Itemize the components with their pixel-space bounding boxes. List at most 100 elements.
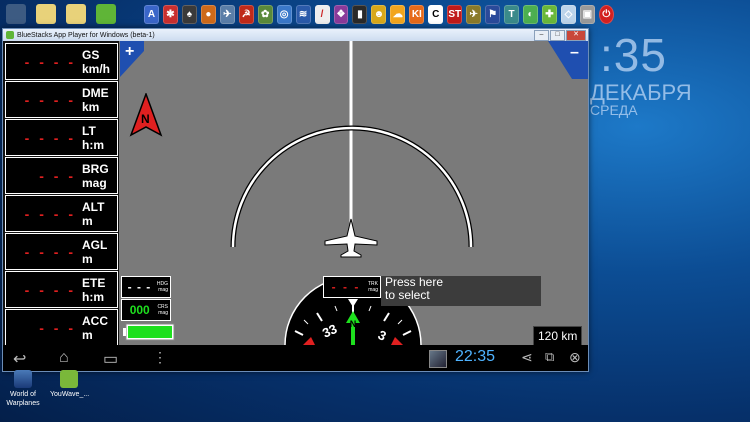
north-arrow-icon: N bbox=[129, 93, 163, 137]
desktop-bottom-icons: World of Warplanes YouWave_... bbox=[0, 368, 90, 408]
app-icon[interactable]: ● bbox=[200, 4, 216, 24]
android-icon[interactable]: ◐ bbox=[523, 4, 539, 24]
metric-unit: mag bbox=[82, 175, 107, 190]
metric-value: - - - bbox=[39, 167, 76, 184]
crs-value: 000 bbox=[129, 303, 150, 317]
app-icon[interactable]: ✈ bbox=[219, 4, 235, 24]
metric-dme[interactable]: - - - - DME km bbox=[5, 81, 118, 118]
app-icon[interactable]: A bbox=[144, 4, 159, 24]
recent-apps-icon[interactable]: ▭ bbox=[103, 349, 118, 369]
app-icon[interactable]: ✈ bbox=[466, 4, 482, 24]
minimize-button[interactable]: – bbox=[534, 30, 549, 41]
metric-label: DME bbox=[82, 85, 109, 100]
bluestacks-icon[interactable] bbox=[96, 4, 116, 24]
minus-icon: – bbox=[570, 44, 579, 61]
metric-agl[interactable]: - - - - AGL m bbox=[5, 233, 118, 270]
zoom-in-button[interactable]: + bbox=[120, 41, 144, 77]
window-titlebar[interactable]: BlueStacks App Player for Windows (beta-… bbox=[3, 29, 588, 41]
metric-value: - - - - bbox=[24, 91, 76, 108]
android-navbar: ↩ ⌂ ▭ ⋮ 22:35 ⋖ ⧉ ⊗ bbox=[3, 345, 588, 371]
app-icon[interactable]: ✿ bbox=[257, 4, 273, 24]
metric-brg[interactable]: - - - BRG mag bbox=[5, 157, 118, 194]
window-icon[interactable]: ⧉ bbox=[545, 349, 554, 365]
app-icon[interactable]: T bbox=[504, 4, 520, 24]
metric-value: - - - bbox=[39, 319, 76, 336]
metric-label: ETE bbox=[82, 275, 106, 290]
trk-box[interactable]: - - - TRK mag bbox=[323, 276, 381, 298]
metric-label: ALT bbox=[82, 199, 105, 214]
app-icon[interactable]: ▮ bbox=[352, 4, 368, 24]
home-icon[interactable]: ⌂ bbox=[59, 349, 69, 367]
power-icon[interactable]: ⏻ bbox=[598, 4, 614, 24]
app-icon[interactable]: ◇ bbox=[560, 4, 576, 24]
metric-unit: m bbox=[82, 327, 93, 342]
metric-lt[interactable]: - - - - LT h:m bbox=[5, 119, 118, 156]
app-icon[interactable]: / bbox=[314, 4, 330, 24]
metric-unit: h:m bbox=[82, 289, 104, 304]
metric-label: BRG bbox=[82, 161, 109, 176]
app-icon[interactable]: ≋ bbox=[295, 4, 311, 24]
app-icon[interactable]: ❖ bbox=[333, 4, 349, 24]
shortcut-label: YouWave_... bbox=[50, 391, 90, 398]
metric-value: - - - - bbox=[24, 281, 76, 298]
plus-icon: + bbox=[125, 43, 134, 60]
desktop-shortcut-world-of-warplanes[interactable]: World of Warplanes bbox=[4, 368, 42, 408]
shortcut-label: Warplanes bbox=[6, 400, 40, 407]
close-button[interactable]: ✕ bbox=[566, 30, 586, 41]
metric-acc[interactable]: - - - ACC m bbox=[5, 309, 118, 345]
zoom-out-button[interactable]: – bbox=[548, 41, 588, 81]
north-label: N bbox=[141, 112, 150, 126]
back-icon[interactable]: ↩ bbox=[13, 349, 26, 369]
android-icon bbox=[60, 370, 78, 388]
metric-label: GS bbox=[82, 47, 100, 62]
app-icon[interactable]: ▣ bbox=[579, 4, 595, 24]
crs-box[interactable]: 000 CRS mag bbox=[121, 299, 171, 321]
app-icon[interactable]: KI bbox=[409, 4, 425, 24]
metric-gs[interactable]: - - - - GS km/h bbox=[5, 43, 118, 80]
menu-icon[interactable]: ⋮ bbox=[153, 349, 167, 366]
metric-unit: km/h bbox=[82, 61, 111, 76]
app-icon[interactable]: ♠ bbox=[181, 4, 197, 24]
app-icon[interactable]: ST bbox=[447, 4, 463, 24]
share-icon[interactable]: ⋖ bbox=[521, 349, 533, 366]
cloud-icon[interactable]: ☁ bbox=[390, 4, 406, 24]
app-icon[interactable]: ☻ bbox=[371, 4, 387, 24]
folder-icon[interactable] bbox=[66, 4, 86, 24]
folder-icon[interactable] bbox=[36, 4, 56, 24]
metrics-panel: - - - - GS km/h - - - - DME km - - - - LT h… bbox=[3, 41, 119, 345]
app-icon[interactable]: ☭ bbox=[238, 4, 254, 24]
desktop-icon[interactable] bbox=[6, 4, 26, 24]
metric-label: ACC bbox=[82, 313, 108, 328]
metric-unit: h:m bbox=[82, 137, 104, 152]
hdg-unit: mag bbox=[158, 287, 168, 293]
desktop-weekday: СРЕДА bbox=[590, 102, 638, 118]
app-icon[interactable]: ⚑ bbox=[485, 4, 501, 24]
map-range[interactable]: 120 km bbox=[533, 326, 583, 345]
metric-alt[interactable]: - - - - ALT m bbox=[5, 195, 118, 232]
app-icon[interactable]: C bbox=[428, 4, 444, 24]
aircraft-icon bbox=[324, 218, 378, 258]
desktop-shortcut-youwave[interactable]: YouWave_... bbox=[50, 368, 90, 408]
trk-value: - - - bbox=[331, 280, 361, 294]
metric-ete[interactable]: - - - - ETE h:m bbox=[5, 271, 118, 308]
app-icon[interactable]: ✱ bbox=[162, 4, 178, 24]
trk-unit: mag bbox=[368, 287, 378, 293]
metric-label: LT bbox=[82, 123, 96, 138]
app-icon[interactable]: ◎ bbox=[276, 4, 292, 24]
notification-thumbnail[interactable] bbox=[429, 350, 447, 368]
maximize-button[interactable]: □ bbox=[550, 30, 565, 41]
metric-label: AGL bbox=[82, 237, 108, 252]
android-clock: 22:35 bbox=[455, 348, 496, 365]
metric-value: - - - - bbox=[24, 53, 76, 70]
bluestacks-icon bbox=[6, 31, 14, 39]
metric-unit: m bbox=[82, 251, 93, 266]
taskbar-icon-strip: A ✱ ♠ ● ✈ ☭ ✿ ◎ ≋ / ❖ ▮ ☻ ☁ KI C ST ✈ ⚑ … bbox=[140, 0, 614, 28]
hdg-box[interactable]: - - - HDG mag bbox=[121, 276, 171, 298]
select-destination-button[interactable]: Press here to select bbox=[381, 276, 541, 306]
close-circle-icon[interactable]: ⊗ bbox=[569, 349, 581, 366]
metric-value: - - - - bbox=[24, 243, 76, 260]
desktop-clock: :35 bbox=[600, 29, 667, 81]
press-line2: to select bbox=[385, 288, 430, 302]
app-icon[interactable]: ✚ bbox=[542, 4, 557, 24]
crs-unit: mag bbox=[158, 310, 168, 316]
